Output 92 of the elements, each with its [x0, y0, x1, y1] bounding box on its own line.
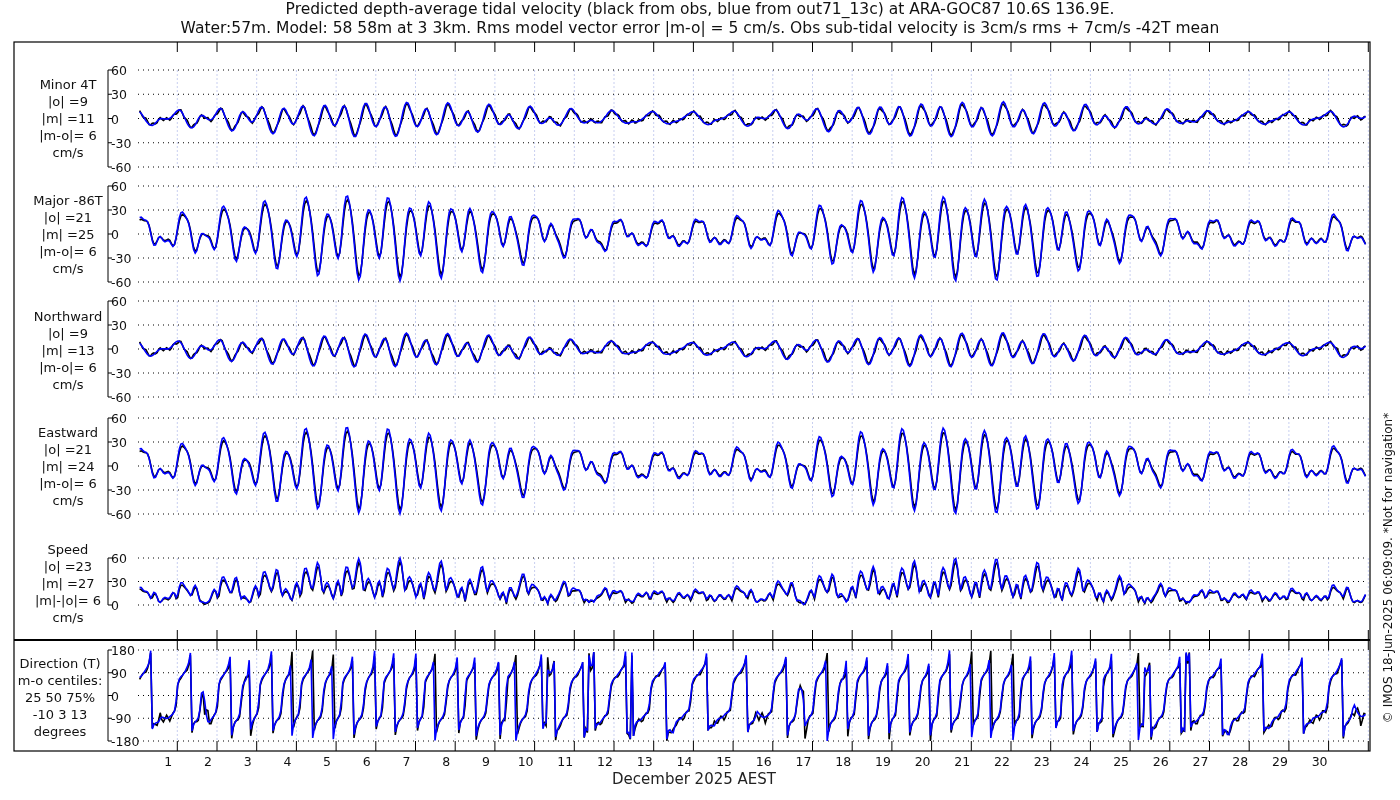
day-label: 22 [994, 754, 1010, 769]
day-label: 29 [1271, 754, 1288, 769]
chart-title: Water:57m. Model: 58 58m at 3 3km. Rms model vector error |m-o| = 5 cm/s. Obs sub-tidal velocity is 3cm/s rms + 7cm/s -42T mean [180, 19, 1220, 37]
axis-tick-label: -60 [111, 390, 132, 405]
day-label: 17 [795, 754, 812, 769]
panel-label: cm/s [52, 261, 84, 276]
axis-tick-label: 0 [111, 227, 119, 242]
panel-label: |m-o|= 6 [39, 476, 97, 491]
day-label: 24 [1073, 754, 1090, 769]
x-axis-label: December 2025 AEST [612, 770, 776, 788]
day-label: 20 [914, 754, 931, 769]
day-label: 21 [954, 754, 971, 769]
day-label: 23 [1033, 754, 1050, 769]
panel-label: |o| =9 [48, 94, 88, 109]
axis-tick-label: -180 [111, 734, 140, 749]
day-label: 25 [1113, 754, 1130, 769]
axis-tick-label: -30 [111, 135, 132, 151]
day-label: 15 [716, 754, 733, 769]
day-label: 19 [874, 754, 891, 769]
panel-label: Speed [47, 542, 89, 557]
day-label: 18 [835, 754, 852, 769]
day-label: 4 [283, 754, 292, 769]
day-label: 26 [1152, 754, 1169, 769]
panel-label: |m| =11 [41, 111, 95, 126]
panel-label: |o| =21 [43, 442, 93, 457]
axis-tick-label: -90 [111, 711, 132, 727]
axis-tick-label: -30 [111, 366, 132, 381]
panel-label: |o| =21 [43, 210, 93, 225]
panel-label: cm/s [52, 377, 84, 392]
axis-tick-label: 30 [111, 203, 127, 218]
day-label: 1 [164, 754, 173, 769]
day-label: 5 [323, 754, 332, 769]
panel-label: |m| =13 [41, 343, 95, 358]
day-label: 7 [402, 754, 411, 769]
panel-label: |m-o|= 6 [39, 128, 97, 143]
panel-label: Eastward [38, 425, 98, 440]
panel-label: Northward [33, 309, 103, 324]
day-label: 27 [1192, 754, 1209, 769]
axis-tick-label: -30 [111, 483, 132, 498]
panel-label: cm/s [52, 610, 84, 625]
panel-label: |o| =23 [43, 559, 93, 574]
day-label: 28 [1232, 754, 1249, 769]
axis-tick-label: -30 [111, 251, 132, 266]
chart-title: Predicted depth-average tidal velocity (black from obs, blue from out71_13c) at ARA-GOC87 10.6S 136.9E. [285, 0, 1115, 18]
day-label: 8 [442, 754, 451, 769]
panel-label: |m| =25 [41, 227, 95, 242]
day-label: 30 [1311, 754, 1328, 769]
panel-label: -10 3 13 [32, 707, 88, 722]
axis-tick-label: -60 [111, 160, 132, 175]
axis-tick-label: 30 [111, 318, 127, 333]
panel-label: |m|-|o|= 6 [34, 593, 102, 608]
day-label: 10 [517, 754, 534, 769]
axis-tick-label: 0 [111, 111, 119, 127]
day-label: 11 [557, 754, 574, 769]
axis-tick-label: 60 [111, 294, 127, 309]
axis-tick-label: 60 [111, 63, 127, 78]
day-label: 16 [755, 754, 772, 769]
day-label: 13 [636, 754, 653, 769]
axis-tick-label: 0 [111, 459, 119, 474]
panel-label: |m| =27 [41, 576, 95, 591]
panel-label: |m| =24 [41, 459, 95, 474]
panel-label: |m-o|= 6 [39, 244, 97, 259]
axis-tick-label: 60 [111, 411, 127, 426]
axis-tick-label: 0 [111, 688, 119, 704]
axis-tick-label: 60 [111, 551, 127, 566]
axis-tick-label: -60 [111, 507, 132, 522]
day-label: 14 [676, 754, 693, 769]
axis-tick-label: 90 [111, 665, 127, 681]
panel-label: |o| =9 [48, 326, 88, 341]
credit-text: © IMOS 18-Jun-2025 06:09:09. *Not for navigation* [1381, 412, 1395, 724]
axis-tick-label: 60 [111, 179, 127, 194]
day-label: 3 [243, 754, 252, 769]
panel-label: 25 50 75% [24, 690, 96, 705]
panel-label: cm/s [52, 493, 84, 508]
panel-label: degrees [33, 724, 87, 739]
axis-tick-label: 0 [111, 342, 119, 357]
panel-label: cm/s [52, 145, 84, 160]
panel-label: |m-o|= 6 [39, 360, 97, 375]
axis-tick-label: 0 [111, 598, 119, 613]
panel-label: Direction (T) [19, 656, 101, 671]
panel-label: Major -86T [33, 193, 103, 208]
axis-tick-label: 30 [111, 87, 127, 103]
day-label: 12 [597, 754, 613, 769]
day-label: 2 [204, 754, 212, 769]
panel-label: m-o centiles: [17, 673, 103, 688]
axis-tick-label: 30 [111, 574, 127, 590]
day-label: 9 [481, 754, 490, 769]
panel-label: Minor 4T [39, 77, 97, 92]
axis-tick-label: -60 [111, 275, 132, 290]
day-label: 6 [362, 754, 371, 769]
axis-tick-label: 30 [111, 435, 127, 450]
axis-tick-label: 180 [111, 643, 135, 658]
